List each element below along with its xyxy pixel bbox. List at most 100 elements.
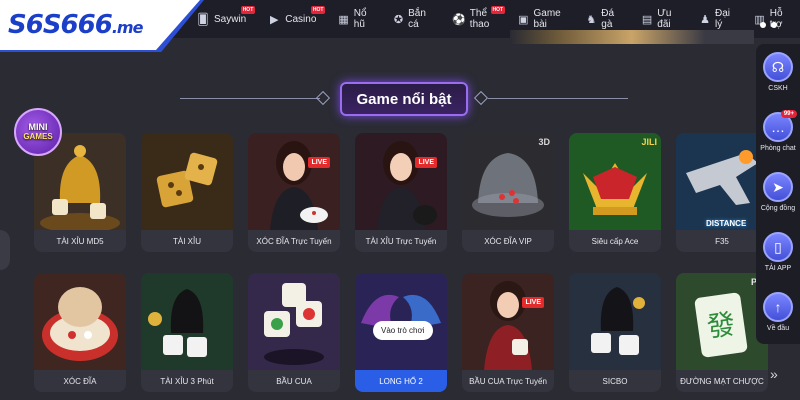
- sidebar-label: CSKH: [768, 85, 788, 92]
- nav-label: Game bài: [533, 8, 561, 30]
- mini-games-line2: GAMES: [23, 132, 53, 141]
- rooster-icon: ♞: [586, 13, 597, 26]
- live-dealer-art: [462, 273, 554, 370]
- agent-icon: ♟: [700, 13, 710, 26]
- sidebar-label: Phòng chat: [760, 145, 796, 152]
- gift-icon: ▤: [641, 13, 653, 26]
- game-label: XÓC ĐĨA Trực Tuyến: [256, 236, 332, 246]
- chat-icon: … 99+: [763, 110, 797, 142]
- game-card-duong-mat-chuoc[interactable]: 發 PG ĐƯỜNG MẠT CHƯỢC: [676, 273, 768, 392]
- hot-badge: HOT: [310, 6, 326, 14]
- fish-icon: ✪: [393, 13, 404, 26]
- jili-badge: JILI: [641, 137, 657, 147]
- game-card-tai-xiu[interactable]: TÀI XỈU: [141, 133, 233, 252]
- logo-suffix: .me: [111, 18, 144, 37]
- sidebar-label: Cộng đồng: [760, 205, 796, 212]
- live-dealer-art: [248, 133, 340, 230]
- black-cup-dice-art: [569, 273, 661, 370]
- nav-label: Saywin: [214, 13, 247, 25]
- live-badge: LIVE: [415, 157, 437, 168]
- logo-text: S6S666.me: [8, 10, 144, 40]
- banner-dots[interactable]: [760, 22, 777, 28]
- sidebar-item-cskh[interactable]: ☊ CSKH: [756, 52, 800, 92]
- game-card-xoc-dia-truc-tuyen[interactable]: LIVE XÓC ĐĨA Trực Tuyến: [248, 133, 340, 252]
- game-card-tai-xiu-truc-tuyen[interactable]: LIVE TÀI XỈU Trực Tuyến: [355, 133, 447, 252]
- game-card-f35[interactable]: DISTANCE F35: [676, 133, 768, 252]
- live-dealer-art: [355, 133, 447, 230]
- game-label: BẦU CUA Trực Tuyến: [469, 376, 547, 386]
- mini-games-button[interactable]: MINI GAMES: [14, 108, 62, 156]
- nav-item-no-hu[interactable]: ▦ Nổ hũ: [327, 0, 383, 38]
- nav-label: Đại lý: [714, 8, 730, 30]
- mini-games-line1: MINI: [28, 122, 48, 132]
- game-label: TÀI XỈU Trực Tuyến: [365, 236, 437, 246]
- logo[interactable]: S6S666.me: [0, 0, 200, 50]
- game-card-xoc-dia-vip[interactable]: 3D XÓC ĐĨA VIP: [462, 133, 554, 252]
- game-label: XÓC ĐĨA VIP: [484, 236, 532, 246]
- card-icon: 🂠: [197, 13, 209, 26]
- sidebar-item-phong-chat[interactable]: … 99+ Phòng chat: [756, 110, 800, 152]
- glass-dome-art: [462, 133, 554, 230]
- slot-icon: ▦: [338, 13, 349, 26]
- hot-badge: HOT: [490, 6, 506, 14]
- headset-icon: ☊: [763, 52, 793, 82]
- right-sidebar: ☊ CSKH … 99+ Phòng chat ➤ Cộng đồng ▯ TẢI…: [756, 44, 800, 344]
- enter-game-tooltip[interactable]: Vào trò chơi: [373, 321, 433, 340]
- game-label: TÀI XỈU: [172, 236, 201, 246]
- fighter-jet-art: [676, 133, 768, 230]
- black-cup-dice-art: [141, 273, 233, 370]
- live-badge: LIVE: [308, 157, 330, 168]
- game-label: ĐƯỜNG MẠT CHƯỢC: [680, 376, 764, 386]
- play-icon: ▶: [270, 13, 279, 26]
- sidebar-item-ve-dau[interactable]: ↑ Về đầu: [756, 292, 800, 332]
- sidebar-label: TẢI APP: [764, 265, 792, 272]
- game-card-sieu-cap-ace[interactable]: JILI Siêu cấp Ace: [569, 133, 661, 252]
- gold-dice-art: [141, 133, 233, 230]
- section-title: Game nổi bật: [340, 82, 468, 116]
- hot-badge: HOT: [240, 6, 256, 14]
- mahjong-art: 發: [676, 273, 768, 370]
- nav-item-the-thao[interactable]: ⚽ Thể thao HOT: [442, 0, 507, 38]
- game-card-tai-xiu-3-phut[interactable]: TÀI XỈU 3 Phút: [141, 273, 233, 392]
- game-card-sicbo[interactable]: SICBO: [569, 273, 661, 392]
- nav-item-ban-ca[interactable]: ✪ Bắn cá: [383, 0, 442, 38]
- game-label: F35: [715, 236, 729, 246]
- chevron-right-icon[interactable]: »: [770, 366, 778, 382]
- bau-cua-dice-art: [248, 273, 340, 370]
- red-plate-art: [34, 273, 126, 370]
- scroll-left-handle[interactable]: [0, 230, 10, 270]
- sidebar-item-tai-app[interactable]: ▯ TẢI APP: [756, 232, 800, 272]
- game-card-xoc-dia[interactable]: XÓC ĐĨA: [34, 273, 126, 392]
- title-decoration-left: [180, 98, 320, 99]
- live-badge: LIVE: [522, 297, 544, 308]
- game-label: BẦU CUA: [276, 376, 312, 386]
- nav-label: Casino: [285, 13, 317, 25]
- game-label: SICBO: [602, 376, 628, 386]
- logo-main: S6S666: [8, 10, 113, 40]
- title-decoration-right: [488, 98, 628, 99]
- sidebar-label: Về đầu: [766, 325, 790, 332]
- game-card-bau-cua-truc-tuyen[interactable]: LIVE BẦU CUA Trực Tuyến: [462, 273, 554, 392]
- 3d-badge: 3D: [538, 137, 550, 147]
- game-label: Siêu cấp Ace: [591, 236, 639, 246]
- nav-label: Nổ hũ: [353, 8, 367, 30]
- nav-item-casino[interactable]: ▶ Casino HOT: [257, 0, 327, 38]
- phone-icon: ▯: [763, 232, 793, 262]
- cards-icon: ▣: [518, 13, 529, 26]
- game-card-bau-cua[interactable]: BẦU CUA: [248, 273, 340, 392]
- sidebar-item-cong-dong[interactable]: ➤ Cộng đồng: [756, 172, 800, 212]
- diamond-icon: [473, 90, 489, 106]
- nav-label: Ưu đãi: [657, 8, 672, 30]
- nav-label: Đá gà: [601, 8, 615, 30]
- game-label: XÓC ĐĨA: [63, 376, 97, 386]
- telegram-icon: ➤: [763, 172, 793, 202]
- game-card-long-ho-2[interactable]: Vào trò chơi LONG HỔ 2: [355, 273, 447, 392]
- game-label: LONG HỔ 2: [355, 370, 447, 392]
- nav-label: Bắn cá: [408, 8, 426, 30]
- game-label: TÀI XỈU MD5: [56, 236, 104, 246]
- jester-crown-art: [569, 133, 661, 230]
- svg-text:發: 發: [705, 307, 737, 344]
- arrow-up-icon: ↑: [763, 292, 793, 322]
- diamond-icon: [315, 90, 331, 106]
- banner-edge: [510, 30, 754, 44]
